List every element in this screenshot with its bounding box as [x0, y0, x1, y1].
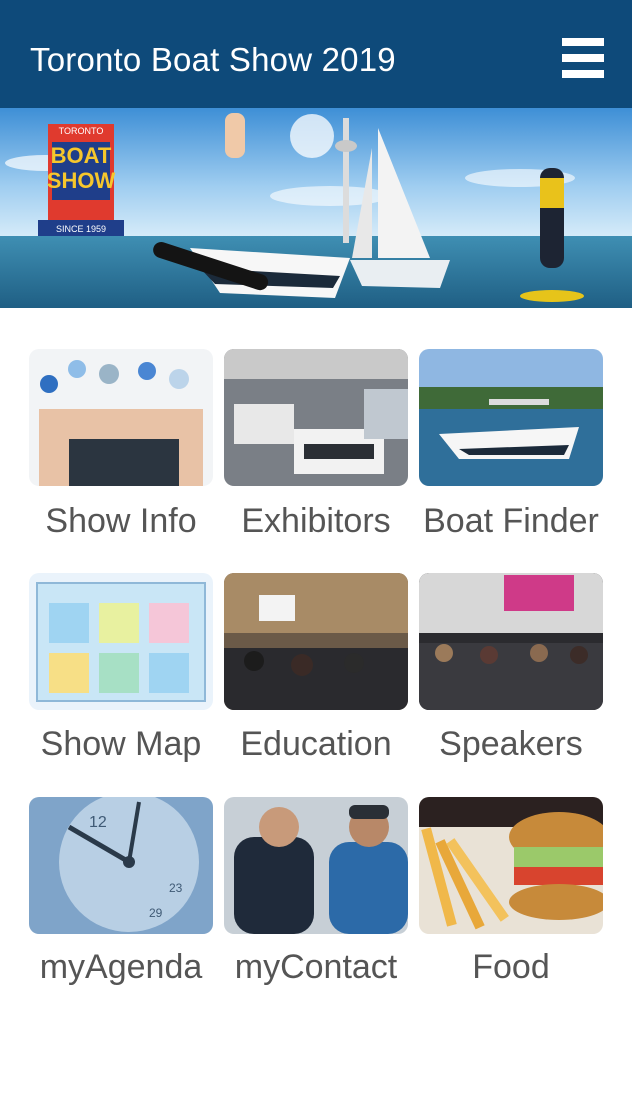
show-info-image [29, 349, 213, 486]
my-contact-tile[interactable] [224, 797, 408, 934]
my-contact-image [224, 797, 408, 934]
hero-banner: TORONTO BOAT SHOW SINCE 1959 [0, 108, 632, 308]
svg-text:BOAT: BOAT [51, 143, 112, 168]
food-image [419, 797, 603, 934]
hamburger-menu-icon[interactable] [560, 38, 604, 82]
svg-text:12: 12 [89, 814, 107, 831]
show-info-tile[interactable] [29, 349, 213, 486]
svg-text:29: 29 [149, 906, 163, 920]
my-agenda-label[interactable]: myAgenda [21, 947, 221, 987]
app-header: Toronto Boat Show 2019 [0, 0, 632, 108]
svg-text:23: 23 [169, 881, 183, 895]
boat-show-logo: TORONTO BOAT SHOW SINCE 1959 [38, 124, 124, 236]
exhibitors-image [224, 349, 408, 486]
banner-image: TORONTO BOAT SHOW SINCE 1959 [0, 108, 632, 308]
exhibitors-label[interactable]: Exhibitors [216, 501, 416, 541]
speakers-label[interactable]: Speakers [411, 724, 611, 764]
show-map-image [29, 573, 213, 710]
my-agenda-tile[interactable]: 12 23 29 [29, 797, 213, 934]
svg-text:SHOW: SHOW [47, 168, 116, 193]
show-map-label[interactable]: Show Map [21, 724, 221, 764]
show-info-label[interactable]: Show Info [21, 501, 221, 541]
svg-text:SINCE 1959: SINCE 1959 [56, 224, 106, 234]
boat-finder-tile[interactable] [419, 349, 603, 486]
exhibitors-tile[interactable] [224, 349, 408, 486]
my-contact-label[interactable]: myContact [216, 947, 416, 987]
show-map-tile[interactable] [29, 573, 213, 710]
boat-finder-image [419, 349, 603, 486]
svg-text:TORONTO: TORONTO [59, 126, 104, 136]
speakers-tile[interactable] [419, 573, 603, 710]
education-label[interactable]: Education [216, 724, 416, 764]
my-agenda-image: 12 23 29 [29, 797, 213, 934]
app-title: Toronto Boat Show 2019 [30, 41, 396, 78]
food-tile[interactable] [419, 797, 603, 934]
food-label[interactable]: Food [411, 947, 611, 987]
education-tile[interactable] [224, 573, 408, 710]
speakers-image [419, 573, 603, 710]
education-image [224, 573, 408, 710]
boat-finder-label[interactable]: Boat Finder [411, 501, 611, 541]
